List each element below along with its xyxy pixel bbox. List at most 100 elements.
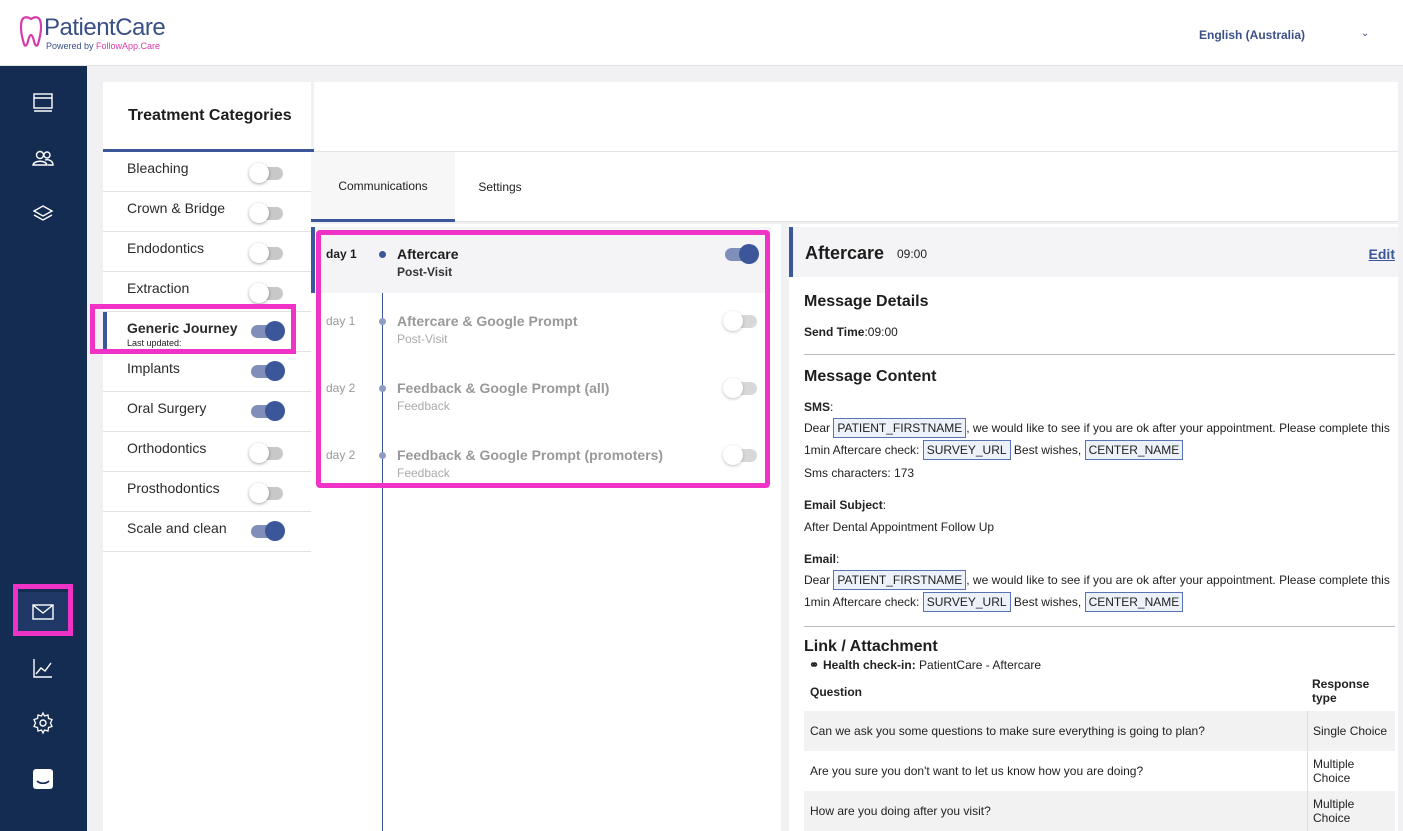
comm-type: Feedback	[397, 466, 450, 480]
category-toggle[interactable]	[249, 242, 285, 264]
response-type: Multiple Choice	[1307, 791, 1395, 831]
dashboard-icon	[33, 93, 53, 112]
logo-subtitle: Powered by FollowApp.Care	[46, 41, 161, 51]
sms-line-1: Dear PATIENT_FIRSTNAME, we would like to…	[804, 418, 1390, 438]
question-text: Can we ask you some questions to make su…	[810, 724, 1205, 738]
column-response-type: Response type	[1312, 677, 1370, 705]
link-attachment-heading: Link / Attachment	[804, 638, 938, 655]
email-line-2: 1min Aftercare check: SURVEY_URL Best wi…	[804, 592, 1184, 612]
email-line-1: Dear PATIENT_FIRSTNAME, we would like to…	[804, 570, 1390, 590]
category-prosthodontics[interactable]: Prosthodontics	[103, 472, 311, 512]
category-toggle[interactable]	[249, 360, 285, 382]
comm-title: Feedback & Google Prompt (all)	[397, 380, 610, 396]
timeline-dot	[379, 318, 386, 325]
category-scale-clean[interactable]: Scale and clean	[103, 512, 311, 552]
communication-item[interactable]: day 1 Aftercare Post-Visit	[311, 227, 771, 293]
communication-item[interactable]: day 2 Feedback & Google Prompt (promoter…	[311, 428, 771, 494]
category-generic-journey[interactable]: Generic Journey Last updated:	[103, 312, 311, 352]
category-toggle[interactable]	[249, 320, 285, 342]
category-label: Implants	[127, 360, 180, 376]
table-row: How are you doing after you visit? Multi…	[804, 791, 1395, 831]
edit-link[interactable]: Edit	[1369, 246, 1395, 262]
category-label: Endodontics	[127, 240, 205, 256]
category-toggle[interactable]	[249, 162, 285, 184]
nav-patients[interactable]	[18, 138, 68, 178]
category-label: Extraction	[127, 280, 190, 296]
category-toggle[interactable]	[249, 520, 285, 542]
comm-type: Post-Visit	[397, 265, 453, 279]
placeholder-tag: CENTER_NAME	[1084, 592, 1184, 612]
chart-icon	[33, 659, 52, 678]
chevron-down-icon[interactable]: ⌄	[1361, 28, 1369, 39]
category-orthodontics[interactable]: Orthodontics	[103, 432, 311, 472]
communication-item[interactable]: day 2 Feedback & Google Prompt (all) Fee…	[311, 361, 771, 427]
category-label: Generic Journey	[127, 320, 238, 336]
email-label: Email:	[804, 552, 840, 566]
table-row: Can we ask you some questions to make su…	[804, 711, 1395, 751]
placeholder-tag: SURVEY_URL	[922, 592, 1011, 612]
health-checkin: ⚭ Health check-in: PatientCare - Aftercar…	[809, 658, 1042, 672]
comm-toggle[interactable]	[723, 377, 759, 399]
category-oral-surgery[interactable]: Oral Surgery	[103, 392, 311, 432]
category-toggle[interactable]	[249, 442, 285, 464]
comm-day: day 1	[326, 314, 356, 328]
category-toggle[interactable]	[249, 202, 285, 224]
treatment-categories-panel: Treatment Categories Bleaching Crown & B…	[103, 82, 314, 831]
comm-type: Post-Visit	[397, 332, 448, 346]
timeline-dot	[379, 452, 386, 459]
comm-toggle[interactable]	[723, 243, 759, 265]
tooth-logo-icon	[19, 16, 43, 47]
content-header-area	[314, 82, 1398, 152]
layers-icon	[32, 205, 54, 221]
communication-item[interactable]: day 1 Aftercare & Google Prompt Post-Vis…	[311, 294, 771, 360]
sms-label: SMS:	[804, 400, 834, 414]
category-toggle[interactable]	[249, 482, 285, 504]
detail-header: Aftercare 09:00 Edit	[789, 227, 1398, 277]
tab-bar: Communications Settings	[311, 152, 1398, 222]
nav-treatments[interactable]	[18, 194, 68, 234]
comm-day: day 2	[326, 448, 356, 462]
placeholder-tag: PATIENT_FIRSTNAME	[833, 570, 967, 590]
category-label: Scale and clean	[127, 520, 227, 536]
question-text: Are you sure you don't want to let us kn…	[810, 764, 1144, 778]
timeline-dot	[379, 251, 386, 258]
comm-toggle[interactable]	[723, 444, 759, 466]
email-subject-value: After Dental Appointment Follow Up	[804, 520, 995, 534]
settings-icon	[33, 711, 53, 735]
category-toggle[interactable]	[249, 400, 285, 422]
nav-dashboard[interactable]	[18, 82, 68, 122]
comm-title: Aftercare	[397, 246, 459, 262]
tab-settings[interactable]: Settings	[455, 152, 545, 222]
app-header: PatientCare Powered by FollowApp.Care En…	[0, 0, 1403, 66]
logo-name: PatientCare	[44, 14, 166, 41]
main-nav	[0, 66, 87, 831]
category-toggle[interactable]	[249, 282, 285, 304]
timeline-dot	[379, 385, 386, 392]
patientcare-logo[interactable]: PatientCare Powered by FollowApp.Care	[18, 14, 188, 54]
message-details-heading: Message Details	[804, 293, 929, 310]
category-bleaching[interactable]: Bleaching	[103, 152, 311, 192]
nav-communications[interactable]	[18, 592, 68, 632]
nav-chat[interactable]	[18, 759, 68, 799]
divider	[804, 354, 1395, 355]
tab-communications[interactable]: Communications	[311, 152, 455, 222]
category-crown-bridge[interactable]: Crown & Bridge	[103, 192, 311, 232]
categories-title: Treatment Categories	[128, 106, 292, 124]
divider	[804, 626, 1395, 627]
nav-settings[interactable]	[18, 703, 68, 743]
nav-reports[interactable]	[18, 648, 68, 688]
sms-characters: Sms characters: 173	[804, 466, 915, 480]
category-extraction[interactable]: Extraction	[103, 272, 311, 312]
category-label: Bleaching	[127, 160, 189, 176]
category-label: Oral Surgery	[127, 400, 207, 416]
placeholder-tag: SURVEY_URL	[922, 440, 1011, 460]
comm-toggle[interactable]	[723, 310, 759, 332]
language-selector[interactable]: English (Australia)	[1199, 28, 1305, 42]
message-content-heading: Message Content	[804, 368, 937, 385]
category-endodontics[interactable]: Endodontics	[103, 232, 311, 272]
sms-line-2: 1min Aftercare check: SURVEY_URL Best wi…	[804, 440, 1184, 460]
table-row: Are you sure you don't want to let us kn…	[804, 751, 1395, 791]
category-implants[interactable]: Implants	[103, 352, 311, 392]
category-label: Orthodontics	[127, 440, 207, 456]
detail-time: 09:00	[897, 247, 928, 261]
